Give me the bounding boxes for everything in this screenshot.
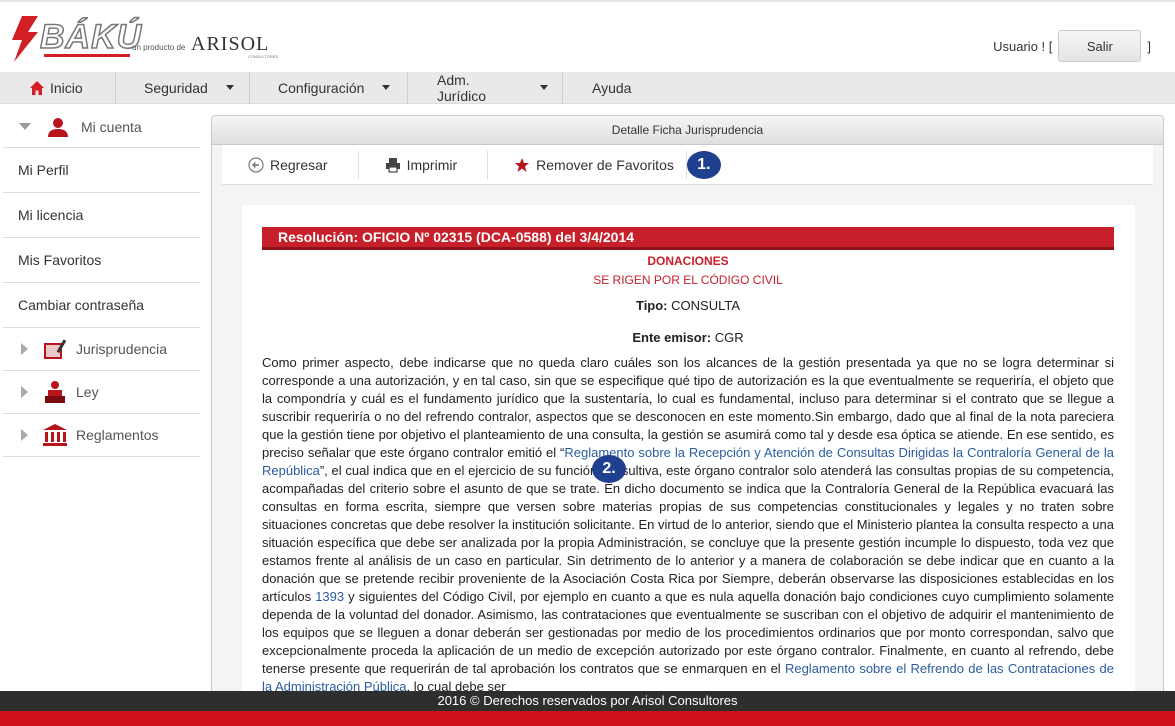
- triangle-right-icon: [21, 343, 28, 355]
- sidebar-item-ley[interactable]: Ley: [3, 371, 200, 414]
- chevron-down-icon: [540, 85, 548, 90]
- remove-favorite-button[interactable]: Remover de Favoritos: [488, 150, 687, 179]
- doc-paragraph: Como primer aspecto, debe indicarse que …: [262, 354, 1114, 696]
- footer-bar: [0, 711, 1175, 726]
- star-icon: [515, 157, 530, 172]
- brand-tagline: un producto de: [132, 43, 186, 52]
- triangle-down-icon: [19, 123, 31, 130]
- detail-panel: Detalle Ficha Jurisprudencia Regresar Im…: [211, 115, 1164, 705]
- sidebar-item-mi-perfil[interactable]: Mi Perfil: [3, 148, 200, 193]
- company-name: ARISOL: [191, 33, 270, 55]
- book-icon: [44, 339, 67, 359]
- printer-icon: [385, 157, 400, 173]
- step-badge-1: 1.: [686, 150, 721, 179]
- nav-item-inicio[interactable]: Inicio: [0, 71, 116, 104]
- back-label: Regresar: [270, 156, 328, 173]
- nav-label: Seguridad: [144, 79, 208, 96]
- brand-underline: [44, 54, 130, 57]
- sidebar-item-label: Jurisprudencia: [76, 341, 168, 357]
- app-header: BÁKÚ un producto de ARISOL CONSULTORES U…: [0, 2, 1175, 72]
- sidebar-item-label: Reglamentos: [76, 427, 159, 443]
- nav-item-configuracion[interactable]: Configuración: [250, 71, 408, 104]
- judge-icon: [45, 381, 65, 403]
- sidebar: Mi cuenta Mi Perfil Mi licencia Mis Favo…: [3, 106, 200, 457]
- brand-logo[interactable]: BÁKÚ un producto de ARISOL CONSULTORES: [8, 16, 298, 64]
- brand-name: BÁKÚ: [39, 17, 143, 57]
- lightning-bolt-icon: [12, 16, 38, 62]
- sidebar-item-mi-licencia[interactable]: Mi licencia: [3, 193, 200, 238]
- nav-label: Ayuda: [592, 79, 632, 96]
- chevron-down-icon: [382, 85, 391, 90]
- home-icon: [30, 80, 44, 95]
- user-label: Usuario ! [: [993, 38, 1053, 54]
- sidebar-item-mis-favoritos[interactable]: Mis Favoritos: [3, 238, 200, 283]
- sidebar-item-reglamentos[interactable]: Reglamentos: [3, 414, 200, 457]
- tipo-value: CONSULTA: [671, 298, 740, 313]
- company-sub: CONSULTORES: [248, 54, 279, 59]
- ente-value: CGR: [714, 330, 744, 345]
- user-area: Usuario ! [ Salir ]: [993, 30, 1151, 62]
- tipo-label: Tipo:: [635, 298, 668, 313]
- user-icon: [48, 117, 68, 137]
- triangle-right-icon: [21, 429, 28, 441]
- doc-subtitle: SE RIGEN POR EL CÓDIGO CIVIL: [593, 273, 783, 287]
- doc-ente: Ente emisor: CGR: [262, 330, 1114, 345]
- articulo-1393-link[interactable]: 1393: [315, 589, 344, 604]
- resolution-header: Resolución: OFICIO Nº 02315 (DCA-0588) d…: [262, 227, 1114, 250]
- nav-label: Inicio: [50, 79, 83, 96]
- paragraph-text: ”, el cual indica que en el ejercicio de…: [262, 463, 1115, 604]
- sidebar-item-label: Ley: [76, 384, 99, 400]
- doc-subject: DONACIONES: [647, 254, 729, 268]
- sidebar-item-cambiar-contrasena[interactable]: Cambiar contraseña: [3, 283, 200, 328]
- back-button[interactable]: Regresar: [222, 150, 359, 179]
- ente-label: Ente emisor:: [632, 330, 712, 345]
- triangle-right-icon: [21, 386, 28, 398]
- sidebar-item-mi-cuenta[interactable]: Mi cuenta: [3, 106, 200, 148]
- chevron-down-icon: [225, 85, 234, 90]
- favorite-label: Remover de Favoritos: [536, 156, 674, 173]
- building-icon: [43, 424, 67, 446]
- logout-button[interactable]: Salir: [1058, 30, 1142, 62]
- print-label: Imprimir: [406, 156, 458, 173]
- footer: 2016 © Derechos reservados por Arisol Co…: [0, 691, 1175, 711]
- arrow-left-circle-icon: [248, 156, 264, 173]
- user-label-close: ]: [1147, 38, 1151, 54]
- nav-label: Adm. Jurídico: [437, 71, 487, 104]
- nav-item-ayuda[interactable]: Ayuda: [563, 72, 645, 104]
- step-badge-2: 2.: [592, 455, 626, 483]
- nav-label: Configuración: [278, 79, 365, 96]
- panel-toolbar: Regresar Imprimir Remover de Favoritos 1…: [222, 145, 1153, 185]
- nav-item-seguridad[interactable]: Seguridad: [116, 71, 250, 104]
- sidebar-item-label: Mi cuenta: [81, 118, 142, 135]
- panel-title: Detalle Ficha Jurisprudencia: [212, 116, 1163, 145]
- doc-tipo: Tipo: CONSULTA: [262, 298, 1114, 313]
- document-body: Resolución: OFICIO Nº 02315 (DCA-0588) d…: [242, 205, 1135, 704]
- main-nav: Inicio Seguridad Configuración Adm. Jurí…: [0, 71, 1175, 104]
- sidebar-item-jurisprudencia[interactable]: Jurisprudencia: [3, 328, 200, 371]
- nav-item-adm-juridico[interactable]: Adm. Jurídico: [408, 71, 563, 104]
- print-button[interactable]: Imprimir: [359, 150, 489, 179]
